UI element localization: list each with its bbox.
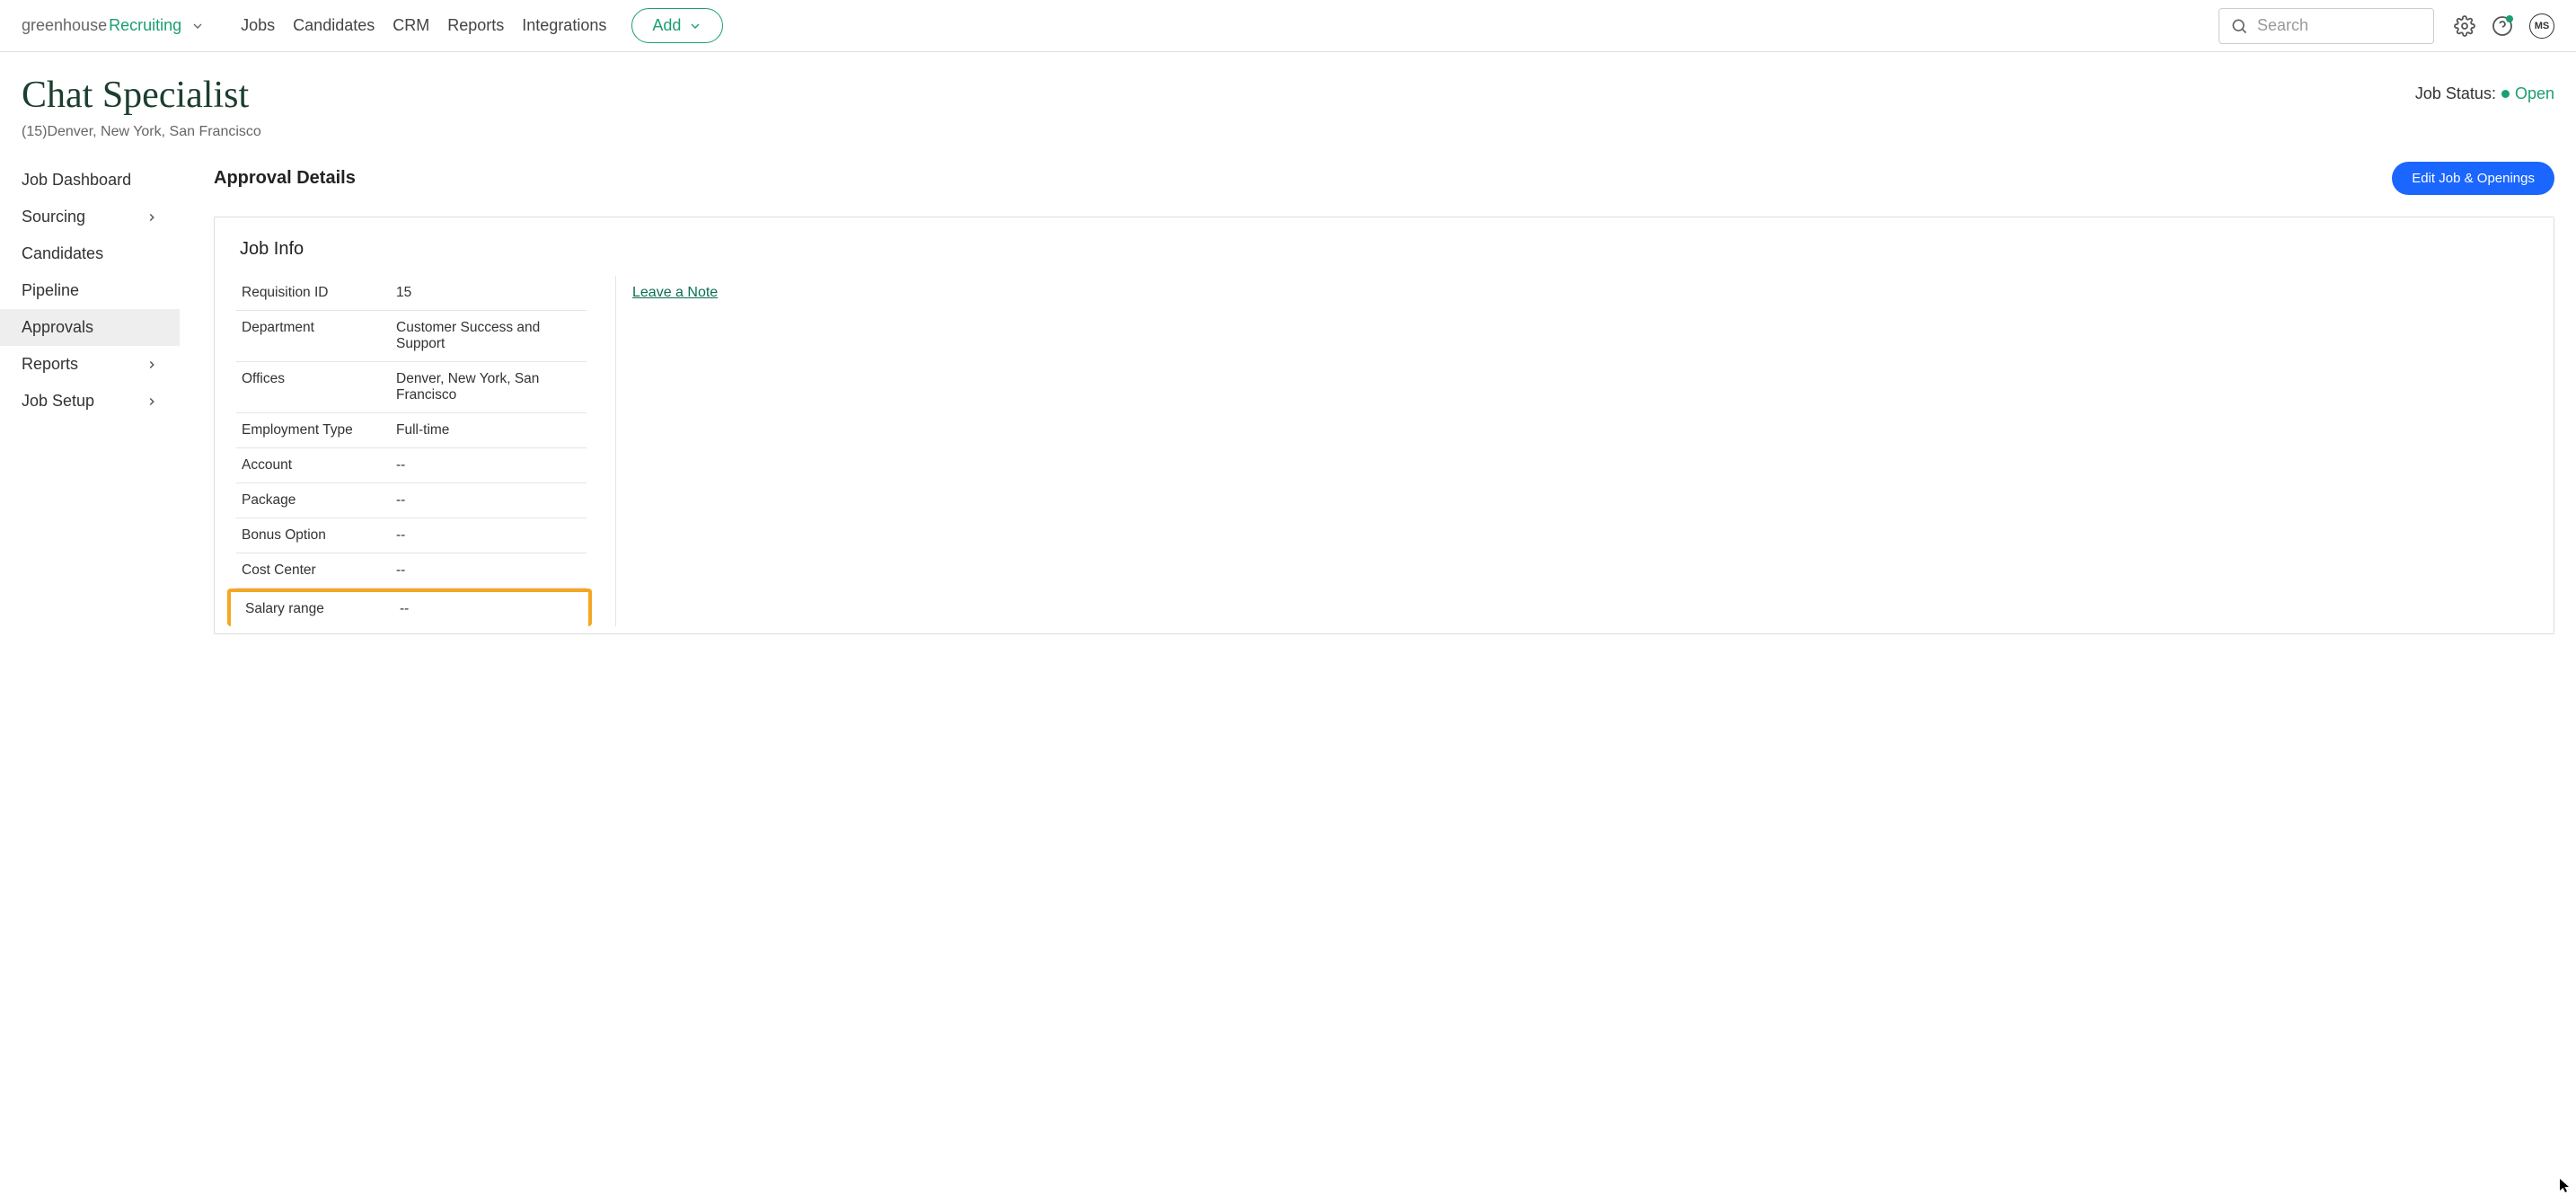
nav-reports[interactable]: Reports xyxy=(447,16,504,35)
top-icons: MS xyxy=(2454,13,2554,39)
info-label: Bonus Option xyxy=(242,527,396,544)
info-value: Customer Success and Support xyxy=(396,320,581,352)
search-box[interactable] xyxy=(2219,8,2434,44)
nav-items: Jobs Candidates CRM Reports Integrations xyxy=(241,16,606,35)
page-header: Chat Specialist (15)Denver, New York, Sa… xyxy=(0,52,2576,140)
sidebar-item-label: Reports xyxy=(22,355,78,374)
add-button[interactable]: Add xyxy=(631,8,723,43)
info-value: Denver, New York, San Francisco xyxy=(396,371,581,403)
logo[interactable]: greenhouse Recruiting xyxy=(22,16,205,35)
logo-chevron-icon[interactable] xyxy=(190,19,205,33)
nav-candidates[interactable]: Candidates xyxy=(293,16,375,35)
sidebar-item-label: Sourcing xyxy=(22,208,85,226)
content-area: Approval Details Edit Job & Openings Job… xyxy=(180,162,2554,634)
logo-text-2: Recruiting xyxy=(109,16,181,35)
info-label: Account xyxy=(242,457,396,474)
nav-crm[interactable]: CRM xyxy=(393,16,429,35)
info-row-offices: OfficesDenver, New York, San Francisco xyxy=(236,362,587,413)
info-value: Full-time xyxy=(396,422,449,438)
chevron-down-icon xyxy=(688,19,702,33)
sidebar-item-label: Job Setup xyxy=(22,392,94,411)
nav-integrations[interactable]: Integrations xyxy=(522,16,606,35)
panel-body: Requisition ID15DepartmentCustomer Succe… xyxy=(236,276,2532,626)
sidebar-item-approvals[interactable]: Approvals xyxy=(0,309,180,346)
sidebar-item-reports[interactable]: Reports xyxy=(0,346,180,383)
sidebar-item-label: Approvals xyxy=(22,318,93,337)
search-icon xyxy=(2230,17,2248,35)
info-row-employment-type: Employment TypeFull-time xyxy=(236,413,587,448)
note-column: Leave a Note xyxy=(615,276,718,626)
info-label: Offices xyxy=(242,371,396,403)
info-value: 15 xyxy=(396,285,411,301)
job-status: Job Status: Open xyxy=(2415,84,2554,103)
info-label: Department xyxy=(242,320,396,352)
settings-icon[interactable] xyxy=(2454,15,2475,37)
edit-job-button[interactable]: Edit Job & Openings xyxy=(2392,162,2554,195)
sidebar-item-candidates[interactable]: Candidates xyxy=(0,235,180,272)
info-row-requisition-id: Requisition ID15 xyxy=(236,276,587,311)
info-label: Salary range xyxy=(245,601,400,617)
chevron-right-icon xyxy=(146,395,158,408)
info-value: -- xyxy=(396,562,405,579)
help-icon[interactable] xyxy=(2492,15,2513,37)
job-status-value: Open xyxy=(2515,84,2554,103)
sidebar-item-label: Job Dashboard xyxy=(22,171,131,190)
notification-dot xyxy=(2506,15,2513,22)
sidebar-item-job-dashboard[interactable]: Job Dashboard xyxy=(0,162,180,199)
logo-text-1: greenhouse xyxy=(22,16,107,35)
job-subtitle: (15)Denver, New York, San Francisco xyxy=(22,124,261,140)
info-row-bonus-option: Bonus Option-- xyxy=(236,518,587,553)
info-row-cost-center: Cost Center-- xyxy=(236,553,587,589)
info-row-salary-range: Salary range-- xyxy=(227,589,592,626)
info-row-account: Account-- xyxy=(236,448,587,483)
sidebar-item-job-setup[interactable]: Job Setup xyxy=(0,383,180,420)
info-label: Cost Center xyxy=(242,562,396,579)
sidebar: Job Dashboard Sourcing Candidates Pipeline A… xyxy=(0,162,180,634)
leave-note-link[interactable]: Leave a Note xyxy=(632,285,718,300)
info-label: Requisition ID xyxy=(242,285,396,301)
top-navigation: greenhouse Recruiting Jobs Candidates CR… xyxy=(0,0,2576,52)
search-input[interactable] xyxy=(2257,16,2422,35)
sidebar-item-label: Candidates xyxy=(22,244,103,263)
content-header: Approval Details Edit Job & Openings xyxy=(214,162,2554,195)
info-row-department: DepartmentCustomer Success and Support xyxy=(236,311,587,362)
panel-title: Job Info xyxy=(240,239,2532,260)
sidebar-item-label: Pipeline xyxy=(22,281,79,300)
sidebar-item-sourcing[interactable]: Sourcing xyxy=(0,199,180,235)
add-button-label: Add xyxy=(652,16,681,35)
info-value: -- xyxy=(396,492,405,509)
job-status-label: Job Status: xyxy=(2415,84,2496,103)
job-title: Chat Specialist xyxy=(22,74,261,117)
info-value: -- xyxy=(400,601,409,617)
status-dot-icon xyxy=(2501,90,2510,98)
section-title: Approval Details xyxy=(214,168,356,189)
chevron-right-icon xyxy=(146,358,158,371)
info-label: Package xyxy=(242,492,396,509)
info-label: Employment Type xyxy=(242,422,396,438)
main-layout: Job Dashboard Sourcing Candidates Pipeline A… xyxy=(0,140,2576,634)
cursor-icon xyxy=(2560,1179,2574,1193)
job-info-table: Requisition ID15DepartmentCustomer Succe… xyxy=(236,276,587,626)
info-value: -- xyxy=(396,527,405,544)
info-value: -- xyxy=(396,457,405,474)
user-avatar[interactable]: MS xyxy=(2529,13,2554,39)
info-row-package: Package-- xyxy=(236,483,587,518)
nav-jobs[interactable]: Jobs xyxy=(241,16,275,35)
chevron-right-icon xyxy=(146,211,158,224)
job-info-panel: Job Info Requisition ID15DepartmentCusto… xyxy=(214,217,2554,634)
sidebar-item-pipeline[interactable]: Pipeline xyxy=(0,272,180,309)
